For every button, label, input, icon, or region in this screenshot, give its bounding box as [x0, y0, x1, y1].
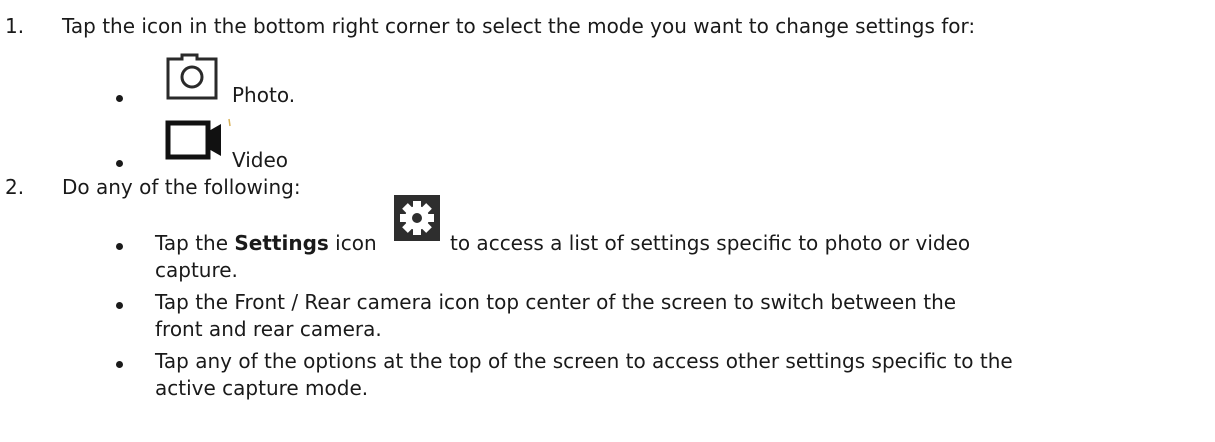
settings-bold-label: Settings	[234, 231, 329, 255]
step-2-text: Do any of the following:	[62, 175, 301, 199]
bullet-dot	[116, 95, 123, 102]
step-1-number: 1.	[5, 14, 25, 38]
camera-icon	[166, 53, 218, 100]
gear-icon	[394, 195, 440, 241]
step-1-text: Tap the icon in the bottom right corner …	[62, 14, 976, 38]
options-bullet-line2: active capture mode.	[155, 376, 369, 400]
video-camera-icon	[165, 118, 231, 160]
bullet-dot	[116, 243, 123, 250]
camera-switch-bullet-line2: front and rear camera.	[155, 317, 382, 341]
bullet-dot	[116, 160, 123, 167]
step-2-number: 2.	[5, 175, 25, 199]
settings-bullet-suffix: to access a list of settings specific to…	[450, 231, 971, 255]
settings-bullet-prefix: Tap the	[155, 231, 235, 255]
options-bullet-line1: Tap any of the options at the top of the…	[155, 349, 1013, 373]
mode-photo-label: Photo.	[232, 83, 296, 107]
settings-bullet-line1: Tap the Settings icon	[155, 230, 377, 257]
settings-bullet-line2: capture.	[155, 258, 238, 282]
bullet-dot	[116, 361, 123, 368]
camera-switch-bullet-line1: Tap the Front / Rear camera icon top cen…	[155, 290, 957, 314]
settings-bullet-after: icon	[328, 231, 377, 255]
mode-video-label: Video	[232, 148, 289, 172]
bullet-dot	[116, 302, 123, 309]
